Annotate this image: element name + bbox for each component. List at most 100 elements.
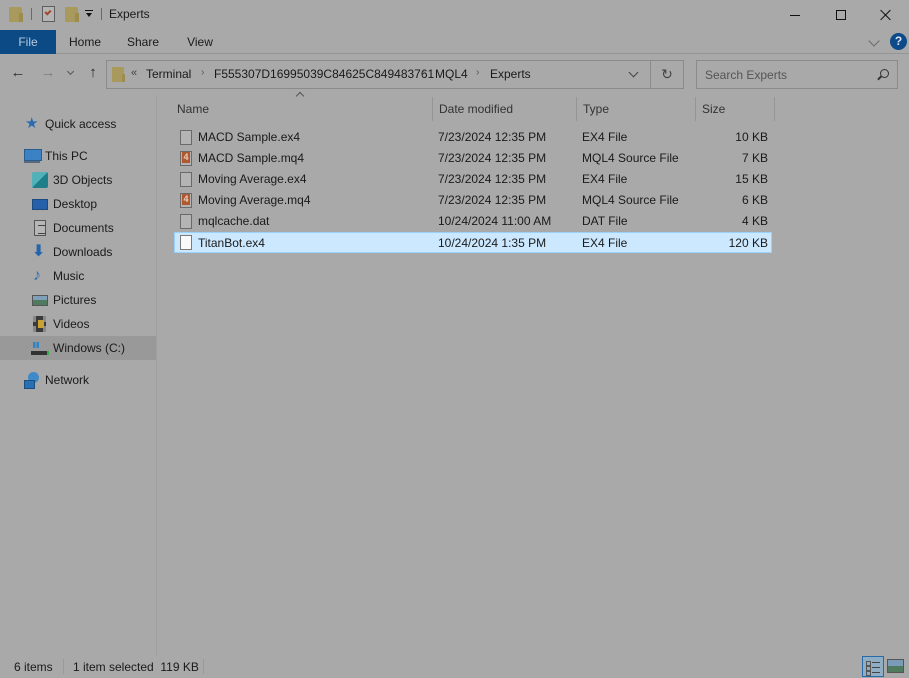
sidebar-item-label: This PC <box>45 149 88 163</box>
sidebar-item-network[interactable]: Network <box>0 368 156 392</box>
sidebar-item-this-pc[interactable]: This PC <box>0 144 156 168</box>
customize-quick-access-dropdown-icon[interactable] <box>85 10 93 18</box>
this-pc-icon <box>24 148 42 164</box>
address-bar[interactable]: « Terminal › F555307D16995039C84625C8494… <box>106 60 651 89</box>
sidebar-item-label: Network <box>45 373 90 387</box>
search-placeholder: Search Experts <box>705 68 788 82</box>
file-type: EX4 File <box>582 236 628 250</box>
search-input[interactable]: Search Experts <box>696 60 898 89</box>
sidebar-item-label: Documents <box>53 221 114 235</box>
mq4-source-file-icon <box>180 151 192 166</box>
sidebar-item-label: Music <box>53 269 85 283</box>
column-header-name[interactable]: Name <box>171 97 433 121</box>
navigation-bar: ← → ↑ « Terminal › F555307D16995039C8462… <box>0 55 909 93</box>
tab-home[interactable]: Home <box>56 30 114 54</box>
file-type: MQL4 Source File <box>582 151 679 165</box>
file-date-modified: 7/23/2024 12:35 PM <box>438 151 547 165</box>
tab-view[interactable]: View <box>172 30 228 54</box>
sidebar-item-quick-access[interactable]: ★ Quick access <box>0 112 156 136</box>
sidebar-item-desktop[interactable]: Desktop <box>0 192 156 216</box>
file-row[interactable]: MACD Sample.ex4 7/23/2024 12:35 PM EX4 F… <box>174 127 772 148</box>
file-size: 7 KB <box>741 151 768 165</box>
file-row[interactable]: Moving Average.ex4 7/23/2024 12:35 PM EX… <box>174 169 772 190</box>
maximize-button[interactable] <box>818 0 864 30</box>
column-header-date-modified[interactable]: Date modified <box>432 97 576 121</box>
large-icons-view-button[interactable] <box>887 659 904 673</box>
file-name: MACD Sample.mq4 <box>198 151 305 165</box>
close-button[interactable] <box>863 0 909 30</box>
search-icon[interactable] <box>877 69 889 79</box>
ribbon-tabs: File Home Share View ? <box>0 30 909 54</box>
file-row[interactable]: Moving Average.mq4 7/23/2024 12:35 PM MQ… <box>174 190 772 211</box>
properties-icon[interactable] <box>42 6 55 22</box>
downloads-icon: ⬇ <box>32 243 46 260</box>
sidebar-item-label: Windows (C:) <box>53 341 126 355</box>
sidebar-item-downloads[interactable]: ⬇ Downloads <box>0 240 156 264</box>
file-date-modified: 10/24/2024 11:00 AM <box>438 214 552 228</box>
quick-access-star-icon: ★ <box>25 115 39 132</box>
sidebar-item-windows-c[interactable]: Windows (C:) <box>0 336 156 360</box>
tab-share[interactable]: Share <box>114 30 172 54</box>
breadcrumb-separator-icon[interactable]: › <box>201 67 204 78</box>
breadcrumb-mql4[interactable]: MQL4 <box>435 67 468 81</box>
expand-ribbon-chevron-icon[interactable] <box>868 35 880 47</box>
music-icon: ♪ <box>33 267 41 284</box>
file-row[interactable]: mqlcache.dat 10/24/2024 11:00 AM DAT Fil… <box>174 211 772 232</box>
folder-icon <box>112 67 125 82</box>
maximize-icon <box>836 10 846 20</box>
file-name: mqlcache.dat <box>198 214 270 228</box>
status-separator <box>63 659 64 674</box>
more-breadcrumbs-icon[interactable]: « <box>131 67 137 79</box>
column-header-type[interactable]: Type <box>576 97 695 121</box>
ex4-file-icon <box>180 235 192 250</box>
sidebar-item-music[interactable]: ♪ Music <box>0 264 156 288</box>
sidebar-item-videos[interactable]: Videos <box>0 312 156 336</box>
tab-file[interactable]: File <box>0 30 56 54</box>
desktop-icon <box>32 199 48 210</box>
selection-info: 1 item selected 119 KB <box>73 660 199 674</box>
column-header-size[interactable]: Size <box>695 97 775 121</box>
toolbar-separator <box>31 8 32 20</box>
ex4-file-icon <box>180 172 192 187</box>
refresh-button[interactable]: ↻ <box>651 60 684 89</box>
file-type: MQL4 Source File <box>582 193 679 207</box>
help-icon[interactable]: ? <box>890 33 907 50</box>
3d-objects-icon <box>32 172 48 188</box>
file-size: 10 KB <box>735 130 768 144</box>
file-size: 120 KB <box>728 236 768 250</box>
breadcrumb-terminal[interactable]: Terminal <box>146 67 191 81</box>
item-count: 6 items <box>14 660 53 674</box>
sidebar-item-label: Quick access <box>45 117 117 131</box>
up-arrow-icon[interactable]: ↑ <box>85 65 101 81</box>
minimize-button[interactable] <box>772 0 818 30</box>
close-icon <box>880 9 892 21</box>
file-type: EX4 File <box>582 172 628 186</box>
sidebar-item-label: Downloads <box>53 245 113 259</box>
pictures-icon <box>32 295 48 306</box>
ex4-file-icon <box>180 130 192 145</box>
breadcrumb-separator-icon[interactable]: › <box>422 67 425 78</box>
file-name: Moving Average.mq4 <box>198 193 311 207</box>
file-size: 6 KB <box>741 193 768 207</box>
videos-icon <box>33 316 46 332</box>
sidebar-item-documents[interactable]: Documents <box>0 216 156 240</box>
file-date-modified: 7/23/2024 12:35 PM <box>438 130 547 144</box>
file-row-selected[interactable]: TitanBot.ex4 10/24/2024 1:35 PM EX4 File… <box>174 232 772 253</box>
sidebar-item-3d-objects[interactable]: 3D Objects <box>0 168 156 192</box>
mq4-source-file-icon <box>180 193 192 208</box>
breadcrumb-experts[interactable]: Experts <box>490 67 531 81</box>
sidebar-item-label: 3D Objects <box>53 173 113 187</box>
back-arrow-icon[interactable]: ← <box>10 65 26 81</box>
breadcrumb-terminal-id[interactable]: F555307D16995039C84625C849483761 <box>214 67 434 81</box>
forward-arrow-icon[interactable]: → <box>40 65 56 81</box>
new-folder-icon[interactable] <box>65 7 79 22</box>
details-view-button[interactable] <box>862 656 884 677</box>
sidebar-item-label: Desktop <box>53 197 98 211</box>
file-size: 15 KB <box>735 172 768 186</box>
sidebar-item-pictures[interactable]: Pictures <box>0 288 156 312</box>
breadcrumb-separator-icon[interactable]: › <box>476 67 479 78</box>
file-row[interactable]: MACD Sample.mq4 7/23/2024 12:35 PM MQL4 … <box>174 148 772 169</box>
recent-locations-chevron-icon[interactable] <box>66 67 75 76</box>
file-date-modified: 10/24/2024 1:35 PM <box>438 236 547 250</box>
file-name: Moving Average.ex4 <box>198 172 307 186</box>
